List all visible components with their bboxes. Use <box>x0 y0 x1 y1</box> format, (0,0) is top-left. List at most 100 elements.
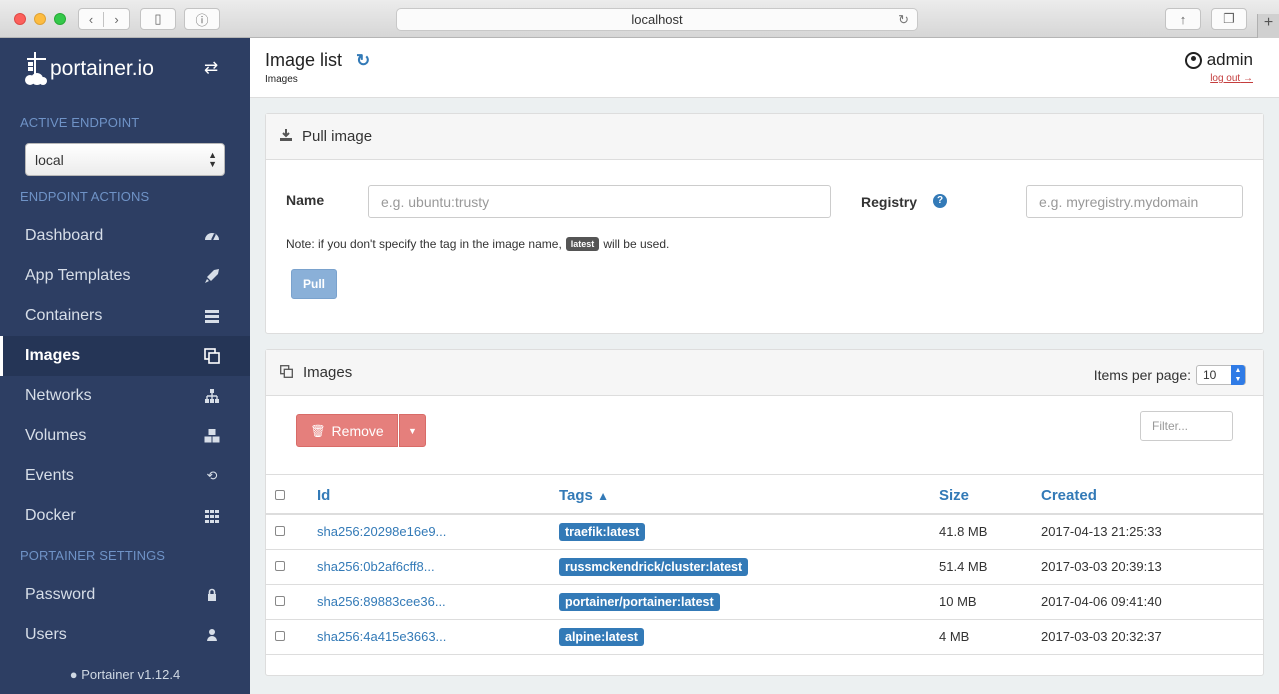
table-row: sha256:20298e16e9... traefik:latest 41.8… <box>266 514 1263 550</box>
refresh-icon[interactable]: ↻ <box>356 51 370 71</box>
browser-toolbar: ‹ › ▯ ⓘ localhost ↻ ↑ ❐ + <box>0 0 1279 38</box>
sidebar-item-docker[interactable]: Docker <box>0 496 250 536</box>
clone-icon <box>280 364 293 381</box>
question-circle-icon[interactable]: ? <box>933 194 947 208</box>
table-row: sha256:4a415e3663... alpine:latest 4 MB … <box>266 619 1263 655</box>
sidebar-item-containers[interactable]: Containers <box>0 296 250 336</box>
items-per-page: Items per page: 10 ▲ ▼ <box>1094 365 1246 385</box>
share-icon[interactable]: ↑ <box>1165 8 1201 30</box>
image-name-input[interactable]: e.g. ubuntu:trusty <box>368 185 831 218</box>
column-created-label: Created <box>1041 486 1097 504</box>
portainer-settings-title: PORTAINER SETTINGS <box>20 548 166 563</box>
sidebar-item-networks[interactable]: Networks <box>0 376 250 416</box>
pull-image-title: Pull image <box>302 128 373 145</box>
user-circle-icon <box>1184 51 1202 69</box>
image-tag: traefik:latest <box>559 523 646 542</box>
sidebar-toggle-icon[interactable]: ▯ <box>140 8 176 30</box>
sort-asc-icon: ▲ <box>597 488 609 503</box>
logo-text: portainer.io <box>50 57 154 80</box>
table-header-row: Id Tags ▲ Size Created <box>266 477 1263 515</box>
sidebar-item-label: Docker <box>25 507 76 524</box>
sidebar-item-label: Dashboard <box>25 227 104 244</box>
sidebar-item-label: Volumes <box>25 427 87 444</box>
sidebar-item-label: Containers <box>25 307 103 324</box>
sidebar: portainer.io ⇄ ACTIVE ENDPOINT local ▲ ▼ … <box>0 38 250 694</box>
endpoint-select[interactable]: local ▲ ▼ <box>25 143 225 176</box>
page-header: Image list ↻ Images admin log out → <box>250 38 1279 98</box>
latest-tag-badge: latest <box>565 237 600 251</box>
column-id[interactable]: Id <box>317 477 559 515</box>
brand[interactable]: portainer.io <box>24 44 224 94</box>
tag-note: Note: if you don't specify the tag in th… <box>286 237 669 251</box>
close-window-button[interactable] <box>14 13 26 25</box>
reload-icon[interactable]: ↻ <box>898 12 909 28</box>
remove-button[interactable]: 🗑 Remove <box>296 414 398 447</box>
image-id-link[interactable]: sha256:4a415e3663... <box>317 629 446 644</box>
image-id-link[interactable]: sha256:89883cee36... <box>317 594 446 609</box>
logout-link[interactable]: log out → <box>1210 73 1253 84</box>
page-title: Image list <box>265 50 343 70</box>
tabs-overview-icon[interactable]: ❐ <box>1211 8 1247 30</box>
address-bar[interactable]: localhost ↻ <box>396 8 918 31</box>
column-size[interactable]: Size <box>939 477 1041 515</box>
image-size: 4 MB <box>939 619 1041 655</box>
download-icon <box>280 129 292 144</box>
note-text-before: Note: if you don't specify the tag in th… <box>286 237 562 251</box>
select-all-checkbox[interactable] <box>275 489 285 500</box>
cubes-icon <box>204 428 220 444</box>
th-icon <box>204 508 220 524</box>
pull-image-panel: Pull image Name e.g. ubuntu:trusty Regis… <box>265 113 1264 334</box>
sidebar-item-label: Events <box>25 467 74 484</box>
filter-input[interactable]: Filter... <box>1140 411 1233 441</box>
sidebar-item-users[interactable]: Users <box>0 615 250 655</box>
image-created: 2017-03-03 20:32:37 <box>1041 619 1263 655</box>
image-size: 10 MB <box>939 584 1041 620</box>
sidebar-item-label: Users <box>25 626 67 643</box>
portainer-logo-icon <box>25 52 47 85</box>
column-size-label: Size <box>939 486 970 504</box>
version-text: Portainer v1.12.4 <box>81 667 181 682</box>
url-text: localhost <box>631 12 683 27</box>
select-arrows-icon: ▲ ▼ <box>208 150 217 169</box>
sidebar-item-dashboard[interactable]: Dashboard <box>0 216 250 256</box>
swap-arrows-icon[interactable]: ⇄ <box>204 58 218 78</box>
items-per-page-select[interactable]: 10 ▲ ▼ <box>1196 365 1246 385</box>
pull-button[interactable]: Pull <box>291 269 337 299</box>
row-checkbox[interactable] <box>275 561 285 571</box>
endpoint-actions-title: ENDPOINT ACTIONS <box>20 189 150 204</box>
row-checkbox[interactable] <box>275 526 285 537</box>
user-icon <box>204 627 220 643</box>
new-tab-icon[interactable]: + <box>1257 14 1279 38</box>
images-table: Id Tags ▲ Size Created sha256:20298e16e9… <box>266 477 1263 655</box>
minimize-window-button[interactable] <box>34 13 46 25</box>
sidebar-item-volumes[interactable]: Volumes <box>0 416 250 456</box>
registry-input[interactable]: e.g. myregistry.mydomain <box>1026 185 1243 218</box>
items-per-page-label: Items per page: <box>1093 367 1191 383</box>
column-tags[interactable]: Tags ▲ <box>559 477 939 515</box>
sidebar-item-password[interactable]: Password <box>0 575 250 615</box>
forward-icon[interactable]: › <box>104 12 129 27</box>
version-footer: ● Portainer v1.12.4 <box>0 667 250 682</box>
sidebar-item-app-templates[interactable]: App Templates <box>0 256 250 296</box>
column-id-label: Id <box>317 486 331 504</box>
remove-dropdown-toggle[interactable]: ▼ <box>399 414 426 447</box>
image-id-link[interactable]: sha256:0b2af6cff8... <box>317 559 435 574</box>
images-title: Images <box>303 364 353 381</box>
image-id-link[interactable]: sha256:20298e16e9... <box>317 524 446 539</box>
row-checkbox[interactable] <box>275 596 285 606</box>
select-all-cell <box>266 477 317 515</box>
row-checkbox[interactable] <box>275 631 285 641</box>
sidebar-item-images[interactable]: Images <box>0 336 250 376</box>
sidebar-item-label: Images <box>25 347 81 364</box>
sidebar-item-events[interactable]: Events ⟲ <box>0 456 250 496</box>
back-icon[interactable]: ‹ <box>79 11 105 27</box>
clone-icon <box>204 348 220 364</box>
column-created[interactable]: Created <box>1041 477 1263 515</box>
image-tag: alpine:latest <box>559 628 644 646</box>
sitemap-icon <box>204 388 220 404</box>
pull-image-header: Pull image <box>266 114 1263 160</box>
zoom-window-button[interactable] <box>54 13 66 25</box>
image-size: 41.8 MB <box>939 514 1041 550</box>
name-label: Name <box>286 192 325 208</box>
privacy-icon[interactable]: ⓘ <box>184 8 220 30</box>
